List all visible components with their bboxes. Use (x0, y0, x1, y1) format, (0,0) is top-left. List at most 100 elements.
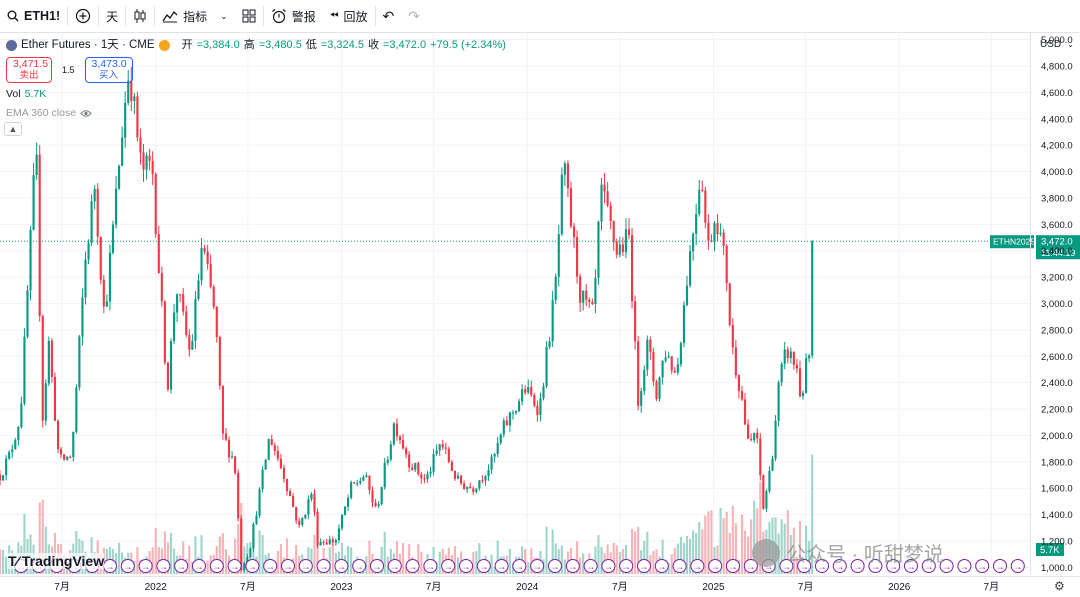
candle-body (475, 488, 478, 492)
volume-bar (685, 535, 689, 574)
candle-body (734, 347, 737, 376)
candle-body (612, 221, 615, 242)
candle-body (459, 475, 463, 484)
candle-body (514, 410, 518, 413)
event-marker-arrow: → (212, 562, 221, 572)
price-axis[interactable] (1030, 33, 1080, 574)
volume-bar (508, 548, 511, 574)
candle-body (81, 297, 84, 337)
candle-body (743, 399, 747, 425)
candle-body (282, 467, 286, 479)
candle-body (472, 488, 475, 492)
candle-body (795, 364, 798, 369)
candle-body (401, 440, 405, 449)
candle-body (166, 362, 170, 390)
candle-body (75, 387, 78, 432)
candle-body (722, 232, 725, 246)
volume-bar (368, 540, 371, 574)
volume-bar (453, 545, 457, 574)
eye-icon[interactable] (80, 109, 92, 118)
event-marker-arrow: → (533, 562, 542, 572)
candle-body (563, 163, 566, 175)
event-marker-arrow: → (301, 562, 310, 572)
event-marker-arrow: → (284, 562, 293, 572)
candle-body (295, 507, 298, 521)
candle-body (518, 401, 521, 411)
candle-body (261, 469, 264, 490)
candle-body (554, 276, 557, 301)
volume-bar (456, 557, 460, 574)
event-marker-arrow: → (729, 562, 738, 572)
volume-bar (313, 534, 316, 574)
candle-body (496, 442, 499, 455)
candle-body (279, 458, 282, 468)
candle-body (368, 475, 371, 491)
candle-body (53, 376, 57, 421)
candle-body (545, 346, 548, 387)
candle-body (1, 475, 5, 481)
logo-text: TradingView (21, 553, 105, 569)
volume-bar (350, 547, 353, 574)
close-value: =3,472.0 (382, 39, 427, 51)
candle-body (569, 188, 573, 227)
candle-body (753, 432, 756, 441)
market-status-icon[interactable] (158, 40, 170, 51)
series-title[interactable]: Ether Futures · 1天 · CME (21, 38, 155, 53)
candle-body (395, 423, 399, 437)
open-value: =3,384.0 (196, 39, 240, 51)
volume-bar (634, 531, 637, 574)
candle-body (301, 518, 304, 525)
volume-bar (438, 551, 441, 574)
candle-body (603, 184, 606, 192)
candle-body (191, 340, 194, 350)
event-marker-arrow: → (996, 562, 1005, 572)
candle-body (789, 351, 792, 359)
candle-body (780, 363, 783, 383)
candle-body (8, 452, 11, 459)
candle-body (172, 312, 176, 342)
change-value: +79.5 (+2.34%) (430, 39, 506, 51)
candle-body (325, 542, 328, 545)
candle-body (176, 294, 179, 313)
ema-legend[interactable]: EMA 360 close (6, 106, 506, 121)
currency-selector[interactable]: USD ⌄ (1040, 39, 1074, 50)
event-marker-arrow: → (319, 562, 328, 572)
candle-body (267, 439, 270, 460)
candle-body (194, 299, 197, 341)
candle-body (328, 539, 331, 545)
candle-body (44, 383, 47, 421)
event-marker-arrow: → (711, 562, 720, 572)
candle-body (685, 285, 689, 306)
candle-body (661, 360, 664, 378)
candle-body (759, 438, 762, 476)
spread-value: 1.5 (62, 64, 75, 75)
event-marker-arrow: → (230, 562, 239, 572)
candle-body (536, 405, 539, 415)
low-label: 低 (305, 39, 317, 51)
event-marker-arrow: → (568, 562, 577, 572)
candle-body (716, 223, 719, 235)
volume-legend[interactable]: Vol 5.7K (6, 87, 506, 102)
candle-body (17, 427, 20, 441)
candle-body (258, 489, 261, 516)
tradingview-logo[interactable]: T⁄ TradingView (8, 553, 105, 569)
buy-button[interactable]: 3,473.0 买入 (84, 57, 133, 83)
time-axis[interactable] (0, 576, 1080, 597)
collapse-legend-button[interactable]: ▲ (4, 122, 22, 136)
volume-bar (151, 547, 154, 574)
sell-button[interactable]: 3,471.5 卖出 (6, 57, 52, 83)
candle-body (270, 439, 273, 446)
candle-body (618, 244, 621, 255)
candle-body (539, 398, 542, 415)
candle-body (521, 389, 524, 402)
candle-body (227, 439, 231, 458)
gear-icon[interactable]: ⚙ (1054, 579, 1065, 593)
volume-bar (261, 535, 264, 574)
candle-body (160, 272, 163, 302)
event-marker-arrow: → (337, 562, 346, 572)
candle-body (78, 336, 81, 388)
candle-body (319, 541, 322, 546)
candle-body (206, 251, 209, 265)
candle-body (310, 493, 313, 500)
sell-price: 3,471.5 (13, 58, 49, 70)
